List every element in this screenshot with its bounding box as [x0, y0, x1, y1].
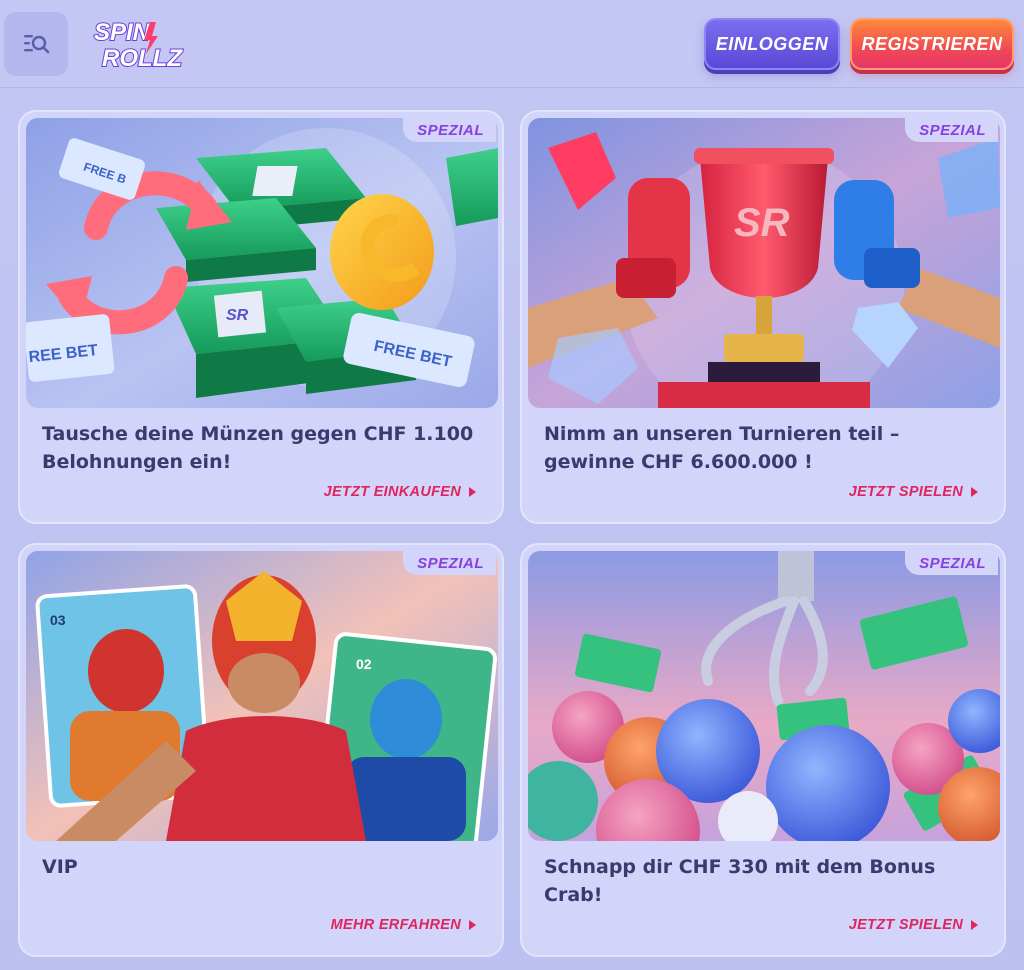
- play-now-link[interactable]: JETZT SPIELEN: [849, 917, 978, 933]
- shop-now-link[interactable]: JETZT EINKAUFEN: [324, 484, 476, 500]
- chevron-right-icon: [971, 487, 978, 497]
- chevron-right-icon: [469, 487, 476, 497]
- promo-card-bonus-crab[interactable]: SPEZIAL Schnapp dir CHF 330 mit dem Bonu…: [520, 543, 1006, 957]
- special-badge: SPEZIAL: [905, 551, 998, 575]
- cta-label: JETZT SPIELEN: [848, 917, 963, 933]
- play-now-link[interactable]: JETZT SPIELEN: [849, 484, 978, 500]
- promo-image-vip: 03 02: [26, 551, 498, 841]
- promo-card-shop[interactable]: SR FREE B REE BET FREE BET SPEZIAL Tausc…: [18, 110, 504, 524]
- special-badge: SPEZIAL: [403, 551, 496, 575]
- svg-text:SR: SR: [734, 201, 790, 245]
- cta-label: JETZT SPIELEN: [848, 484, 963, 500]
- promo-card-vip[interactable]: 03 02 SPEZIAL VIP MEHR ERFAHREN: [18, 543, 504, 957]
- learn-more-link[interactable]: MEHR ERFAHREN: [331, 917, 476, 933]
- cta-label: JETZT EINKAUFEN: [323, 484, 461, 500]
- top-header: SPIN ROLLZ EINLOGGEN REGISTRIEREN: [0, 0, 1024, 88]
- logo-line1: SPIN: [94, 19, 151, 46]
- promo-title: Nimm an unseren Turnieren teil – gewinne…: [544, 423, 900, 473]
- promo-card-tournaments[interactable]: SR SPEZIAL Nimm an unseren Turnieren tei…: [520, 110, 1006, 524]
- register-button[interactable]: REGISTRIEREN: [850, 18, 1014, 70]
- spinrollz-logo[interactable]: SPIN ROLLZ: [92, 16, 192, 72]
- chevron-right-icon: [971, 920, 978, 930]
- cta-label: MEHR ERFAHREN: [330, 917, 461, 933]
- menu-search-button[interactable]: [4, 12, 68, 76]
- logo-line2: ROLLZ: [102, 45, 183, 72]
- svg-text:SR: SR: [226, 307, 249, 324]
- special-badge: SPEZIAL: [905, 118, 998, 142]
- special-badge: SPEZIAL: [403, 118, 496, 142]
- promo-image-tournaments: SR: [528, 118, 1000, 408]
- search-menu-icon: [24, 35, 50, 54]
- login-button[interactable]: EINLOGGEN: [704, 18, 840, 70]
- promo-title: Tausche deine Münzen gegen CHF 1.100 Bel…: [42, 423, 474, 473]
- chevron-right-icon: [469, 920, 476, 930]
- coin-icon: [330, 194, 434, 310]
- promo-title: VIP: [42, 856, 78, 878]
- promo-image-bonus-crab: [528, 551, 1000, 841]
- svg-text:02: 02: [356, 656, 372, 672]
- promo-title: Schnapp dir CHF 330 mit dem Bonus Crab!: [544, 856, 936, 906]
- svg-text:03: 03: [50, 612, 66, 628]
- promo-image-shop: SR FREE B REE BET FREE BET: [26, 118, 498, 408]
